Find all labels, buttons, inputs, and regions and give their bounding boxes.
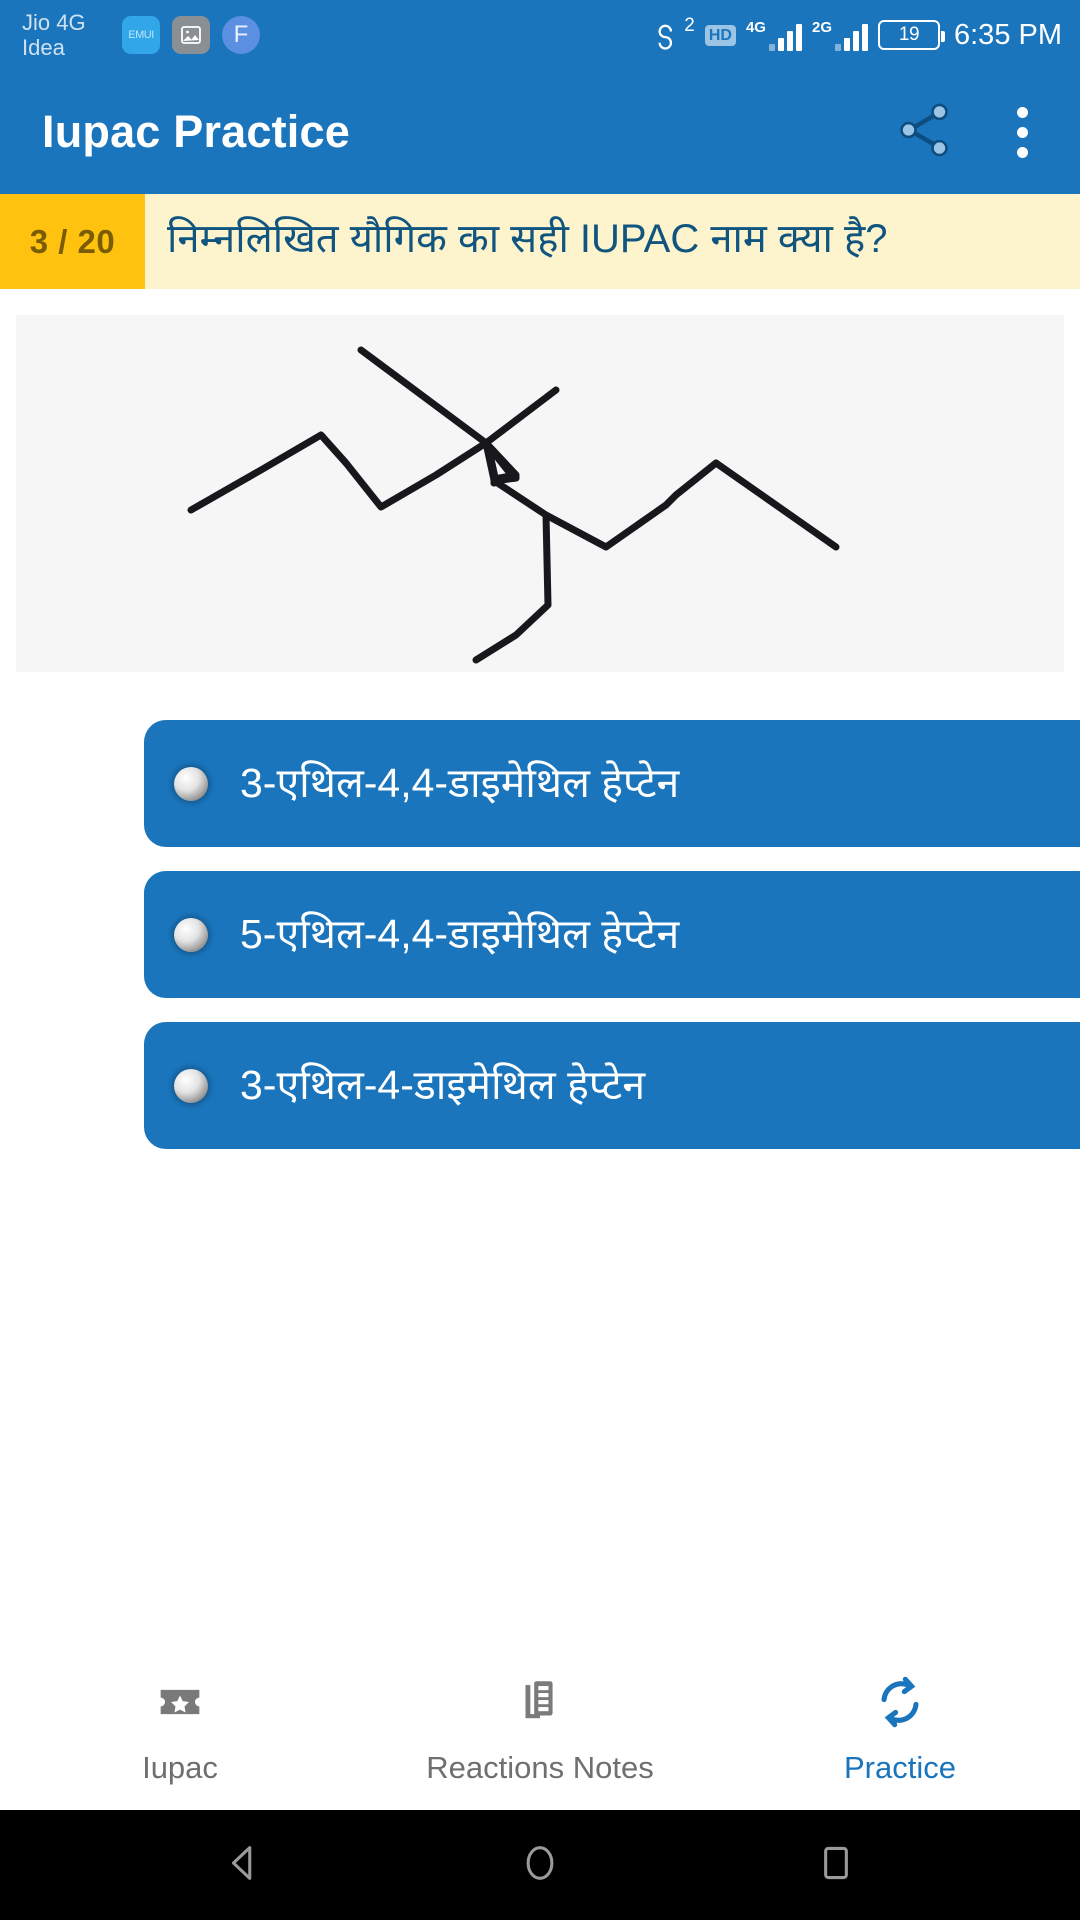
answer-options-list: 3-एथिल-4,4-डाइमेथिल हेप्टेन 5-एथिल-4,4-ड… — [0, 720, 1080, 1149]
android-navigation-bar — [0, 1810, 1080, 1920]
hd-voice-icon: HD — [704, 24, 736, 46]
home-circle-icon[interactable] — [517, 1840, 563, 1891]
carrier-line-2: Idea — [22, 35, 65, 60]
facebook-icon-label: F — [233, 21, 249, 48]
app-bar: Iupac Practice — [0, 70, 1080, 194]
share-icon[interactable] — [893, 99, 955, 166]
sim2-bars — [835, 23, 868, 51]
nav-item-label: Practice — [844, 1749, 956, 1785]
sync-badge: 2 — [684, 15, 695, 36]
ticket-star-icon — [151, 1673, 209, 1736]
notification-icons: EMUI F — [122, 16, 260, 54]
radio-button-icon[interactable] — [174, 917, 208, 952]
sim1-bars — [768, 23, 802, 51]
question-text: निम्नलिखित यौगिक का सही IUPAC नाम क्या ह… — [167, 216, 888, 261]
bottom-navigation-bar: Iupac Reactions Notes Practice — [0, 1648, 1080, 1810]
question-counter-badge: 3 / 20 — [0, 194, 145, 289]
battery-icon: 19 — [878, 20, 945, 50]
facebook-icon: F — [222, 16, 260, 54]
nav-item-reactions-notes[interactable]: Reactions Notes — [360, 1673, 720, 1786]
status-bar: Jio 4G Idea EMUI F 2 HD 4G 2G 19 6:35 PM — [0, 0, 1080, 70]
status-bar-right: 2 HD 4G 2G 19 6:35 PM — [649, 15, 1062, 52]
sync-icon: 2 — [649, 15, 695, 52]
question-image-card — [16, 315, 1064, 672]
carrier-label: Jio 4G Idea — [22, 10, 114, 60]
answer-option-label: 3-एथिल-4-डाइमेथिल हेप्टेन — [240, 1061, 646, 1108]
sim1-network-label: 4G — [745, 18, 766, 36]
refresh-sync-icon — [871, 1673, 929, 1736]
molecule-skeletal-structure — [187, 346, 840, 664]
app-bar-actions — [893, 95, 1046, 170]
nav-item-label: Reactions Notes — [426, 1749, 654, 1785]
answer-option-label: 3-एथिल-4,4-डाइमेथिल हेप्टेन — [240, 759, 680, 806]
sim2-network-label: 2G — [811, 18, 832, 36]
nav-item-label: Iupac — [142, 1749, 218, 1785]
question-bar: 3 / 20 निम्नलिखित यौगिक का सही IUPAC नाम… — [0, 194, 1080, 289]
carrier-line-1: Jio 4G — [22, 10, 86, 35]
back-triangle-icon[interactable] — [221, 1840, 267, 1891]
battery-level-label: 19 — [898, 24, 920, 45]
emui-icon: EMUI — [122, 16, 160, 54]
answer-option-label: 5-एथिल-4,4-डाइमेथिल हेप्टेन — [240, 910, 680, 957]
sim2-signal-icon: 2G — [812, 20, 868, 51]
sim1-signal-icon: 4G — [746, 20, 802, 51]
clock-label: 6:35 PM — [954, 18, 1062, 51]
notes-document-icon — [511, 1673, 569, 1736]
radio-button-icon[interactable] — [174, 766, 208, 801]
radio-button-icon[interactable] — [174, 1068, 208, 1103]
page-title: Iupac Practice — [42, 106, 350, 157]
emui-icon-label: EMUI — [128, 29, 154, 41]
gallery-icon — [172, 16, 210, 54]
answer-option-1[interactable]: 3-एथिल-4,4-डाइमेथिल हेप्टेन — [144, 720, 1080, 847]
nav-item-iupac[interactable]: Iupac — [0, 1673, 360, 1786]
nav-item-practice[interactable]: Practice — [720, 1673, 1080, 1786]
answer-option-2[interactable]: 5-एथिल-4,4-डाइमेथिल हेप्टेन — [144, 871, 1080, 998]
answer-option-3[interactable]: 3-एथिल-4-डाइमेथिल हेप्टेन — [144, 1022, 1080, 1149]
overflow-menu-icon[interactable] — [999, 95, 1046, 170]
recents-square-icon[interactable] — [813, 1840, 859, 1891]
